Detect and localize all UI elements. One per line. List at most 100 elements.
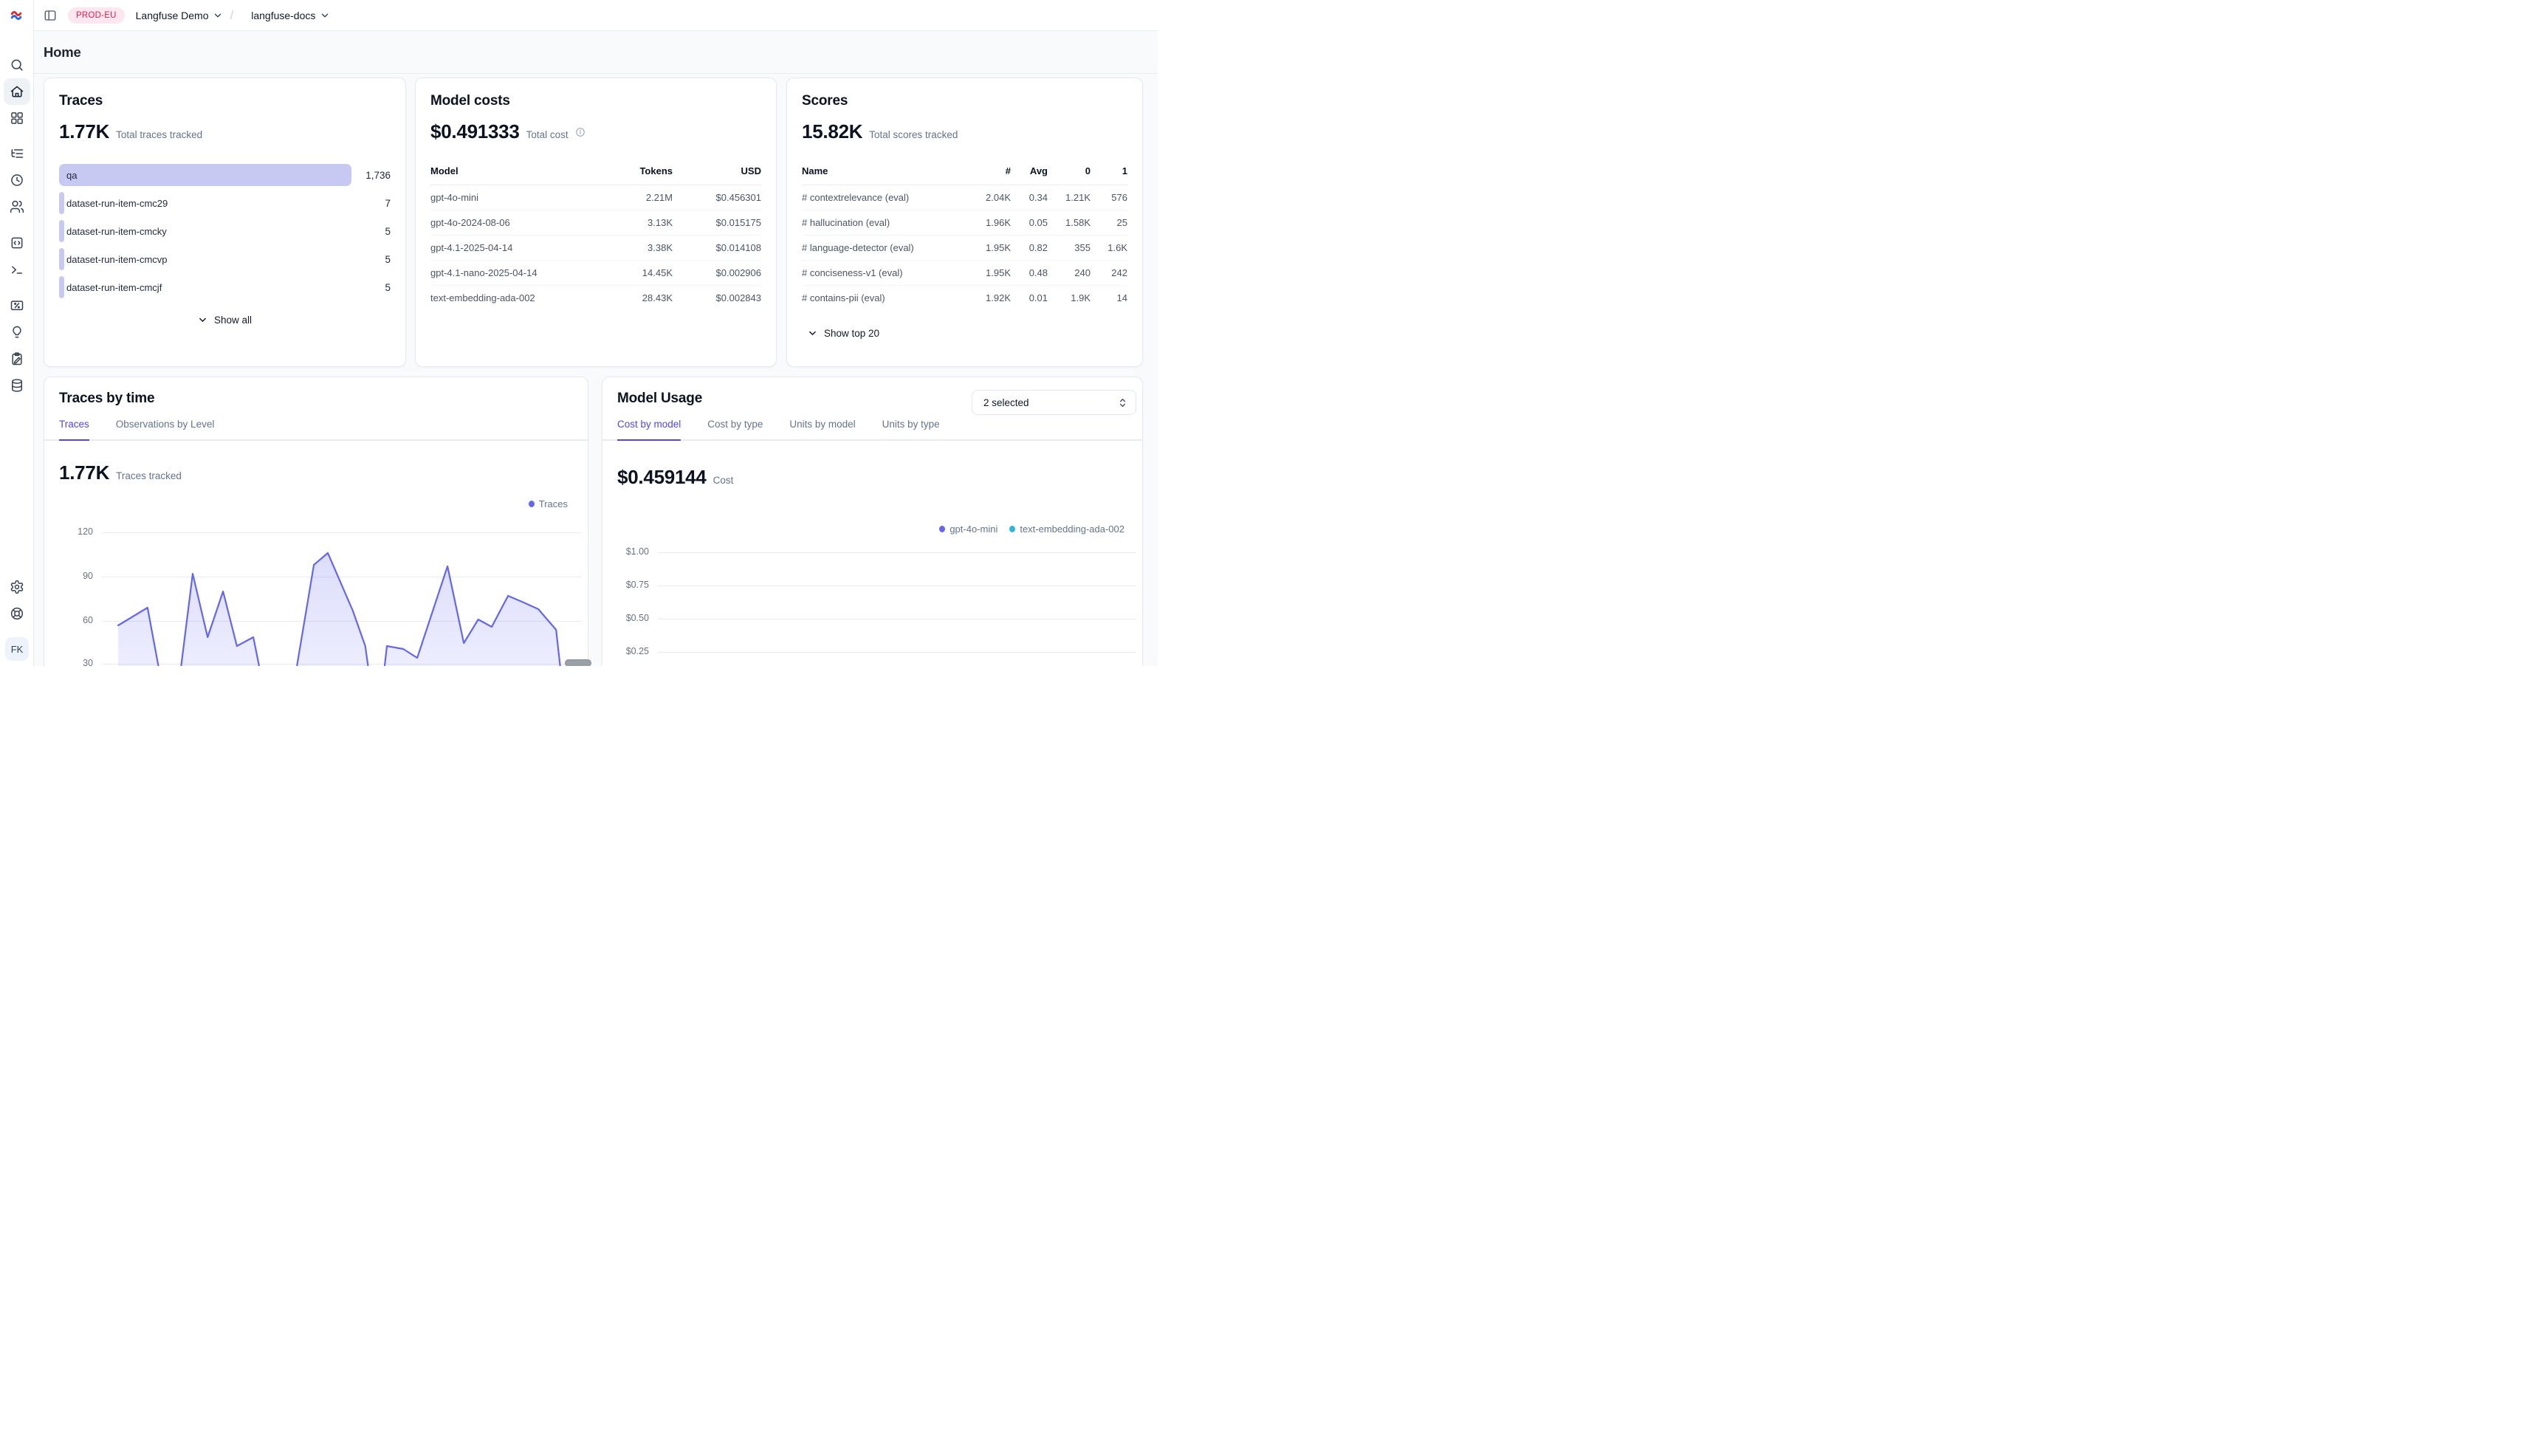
chevron-down-icon — [808, 329, 817, 338]
dashboard-content: Traces 1.77K Total traces tracked qa 1,7… — [34, 74, 1158, 666]
bar — [59, 276, 64, 298]
y-tick: 120 — [44, 526, 93, 537]
card-title: Model costs — [430, 93, 761, 109]
tab-cost-by-model[interactable]: Cost by model — [617, 419, 681, 441]
table-row: # hallucination (eval)1.96K0.051.58K25 — [802, 210, 1127, 236]
gridline — [658, 652, 1136, 653]
gridline — [102, 664, 581, 665]
list-item[interactable]: dataset-run-item-cmcjf 5 — [59, 276, 391, 298]
sidebar-item-datasets[interactable] — [4, 372, 30, 399]
bar — [59, 192, 64, 214]
evaluator-icon — [10, 298, 24, 313]
usage-cost: $0.459144 — [617, 466, 707, 489]
lifebuoy-icon — [10, 606, 24, 621]
page-header: Home — [34, 31, 1158, 74]
sidebar-item-tracing[interactable] — [4, 140, 30, 167]
traces-total: 1.77K — [59, 120, 109, 143]
list-item[interactable]: dataset-run-item-cmcky 5 — [59, 220, 391, 242]
sidebar-item-sessions[interactable] — [4, 167, 30, 193]
sidebar-item-home[interactable] — [4, 78, 30, 105]
table-row: # language-detector (eval)1.95K0.823551.… — [802, 236, 1127, 261]
sidebar-item-experiments[interactable] — [4, 319, 30, 346]
show-top-20-button[interactable]: Show top 20 — [808, 328, 1127, 339]
table-row: text-embedding-ada-00228.43K$0.002843 — [430, 286, 761, 311]
tab-units-by-type[interactable]: Units by type — [882, 419, 940, 441]
dashboard-icon — [10, 111, 24, 126]
scores-card: Scores 15.82K Total scores tracked Name … — [786, 78, 1143, 367]
card-title: Model Usage — [617, 391, 702, 407]
table-row: # contextrelevance (eval)2.04K0.341.21K5… — [802, 185, 1127, 210]
breadcrumb-separator: / — [230, 8, 233, 23]
traces-total-label: Total traces tracked — [116, 129, 202, 140]
sidebar-item-evaluators[interactable] — [4, 292, 30, 319]
bar — [59, 220, 64, 242]
sidebar-item-support[interactable] — [4, 600, 30, 627]
list-item[interactable]: qa 1,736 — [59, 164, 391, 186]
gridline — [102, 532, 581, 533]
search-icon — [10, 58, 24, 72]
table-row: gpt-4.1-nano-2025-04-1414.45K$0.002906 — [430, 261, 761, 286]
sidebar-toggle-icon[interactable] — [44, 9, 57, 22]
total-scores: 15.82K — [802, 120, 862, 143]
model-usage-card: Model Usage 2 selected Cost by model Cos… — [602, 377, 1143, 666]
tab-observations-by-level[interactable]: Observations by Level — [116, 419, 215, 441]
legend-dot — [1009, 526, 1015, 532]
sidebar-item-playground[interactable] — [4, 256, 30, 283]
terminal-icon — [10, 262, 24, 277]
y-tick: 60 — [44, 615, 93, 625]
usage-legend: gpt-4o-mini text-embedding-ada-002 — [939, 523, 1124, 535]
sidebar-item-search[interactable] — [4, 52, 30, 78]
y-tick: 30 — [44, 658, 93, 666]
environment-badge: PROD-EU — [68, 7, 125, 24]
list-item[interactable]: dataset-run-item-cmcvp 5 — [59, 248, 391, 270]
y-tick: 90 — [44, 571, 93, 581]
org-name: Langfuse Demo — [136, 10, 209, 21]
sidebar-item-dashboards[interactable] — [4, 105, 30, 131]
traces-tracked-label: Traces tracked — [116, 470, 182, 481]
trace-name-list: qa 1,736 dataset-run-item-cmc29 7 datase… — [59, 164, 391, 298]
sidebar-item-annotation[interactable] — [4, 346, 30, 372]
y-tick: $0.25 — [602, 646, 649, 656]
project-selector[interactable]: langfuse-docs — [251, 10, 330, 21]
model-select[interactable]: 2 selected — [972, 390, 1136, 415]
table-row: # conciseness-v1 (eval)1.95K0.48240242 — [802, 261, 1127, 286]
project-name: langfuse-docs — [251, 10, 315, 21]
org-selector[interactable]: Langfuse Demo — [136, 10, 224, 21]
sidebar: FK — [0, 0, 34, 666]
show-all-button[interactable]: Show all — [59, 315, 391, 326]
legend-dot — [529, 501, 535, 507]
database-icon — [10, 378, 24, 393]
table-row: gpt-4o-2024-08-063.13K$0.015175 — [430, 210, 761, 236]
info-icon[interactable] — [575, 127, 585, 137]
scores-table: Name # Avg 0 1 # contextrelevance (eval)… — [802, 165, 1127, 310]
traces-tracked: 1.77K — [59, 461, 109, 484]
chevron-down-icon — [213, 10, 223, 21]
tbt-tabs: Traces Observations by Level — [44, 419, 588, 441]
gridline — [658, 552, 1136, 553]
bar — [59, 248, 64, 270]
sidebar-item-users[interactable] — [4, 193, 30, 220]
page-title: Home — [44, 44, 81, 61]
user-avatar[interactable]: FK — [5, 637, 29, 661]
tab-cost-by-type[interactable]: Cost by type — [707, 419, 763, 441]
y-tick: $1.00 — [602, 546, 649, 557]
sidebar-item-settings[interactable] — [4, 574, 30, 600]
model-costs-table: Model Tokens USD gpt-4o-mini2.21M$0.4563… — [430, 165, 761, 310]
table-row: gpt-4o-mini2.21M$0.456301 — [430, 185, 761, 210]
total-cost-label: Total cost — [526, 129, 569, 140]
total-scores-label: Total scores tracked — [869, 129, 958, 140]
clipboard-pen-icon — [10, 351, 24, 366]
total-cost: $0.491333 — [430, 120, 520, 143]
langfuse-logo-icon — [9, 8, 24, 23]
y-tick: $0.50 — [602, 613, 649, 623]
tab-traces[interactable]: Traces — [59, 419, 89, 441]
list-item[interactable]: dataset-run-item-cmc29 7 — [59, 192, 391, 214]
scrollbar-thumb[interactable] — [565, 659, 591, 666]
card-title: Traces by time — [59, 391, 154, 407]
chevron-down-icon — [198, 315, 207, 325]
app-root: FK PROD-EU Langfuse Demo / langfuse-docs… — [0, 0, 1158, 666]
lightbulb-icon — [10, 325, 24, 340]
sidebar-item-prompts[interactable] — [4, 230, 30, 256]
tab-units-by-model[interactable]: Units by model — [789, 419, 855, 441]
gear-icon — [10, 580, 24, 594]
